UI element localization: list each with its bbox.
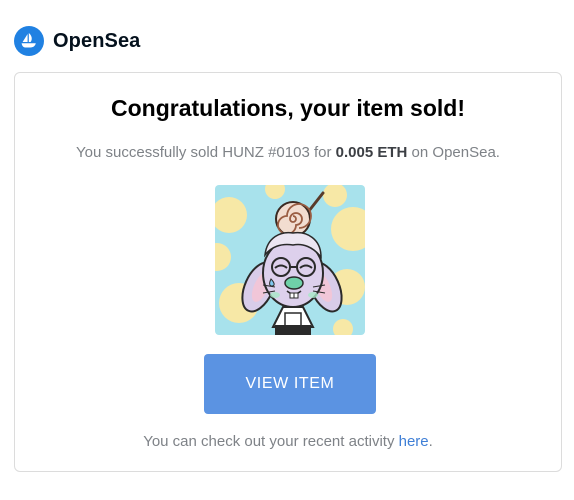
recent-activity-link[interactable]: here (399, 433, 429, 450)
brand-name: OpenSea (53, 29, 141, 52)
sale-summary: You successfully sold HUNZ #0103 for 0.0… (15, 144, 561, 161)
recent-activity-text: You can check out your recent activity h… (15, 433, 561, 450)
sold-prefix: You successfully sold (76, 144, 219, 161)
email-page: OpenSea Congratulations, your item sold!… (0, 0, 574, 500)
sale-notification-card: Congratulations, your item sold! You suc… (14, 72, 562, 472)
headline: Congratulations, your item sold! (111, 95, 465, 121)
item-name: HUNZ #0103 (222, 144, 310, 161)
footer-suffix: . (428, 433, 433, 450)
sale-price: 0.005 ETH (335, 144, 408, 161)
footer-prefix: You can check out your recent activity (143, 433, 395, 450)
brand-header: OpenSea (14, 26, 140, 56)
view-item-button[interactable]: VIEW ITEM (204, 354, 376, 414)
nft-image[interactable] (215, 185, 365, 335)
price-prefix: for (313, 144, 332, 161)
opensea-logo-icon (14, 26, 44, 56)
marketplace-suffix: on OpenSea. (411, 144, 500, 161)
